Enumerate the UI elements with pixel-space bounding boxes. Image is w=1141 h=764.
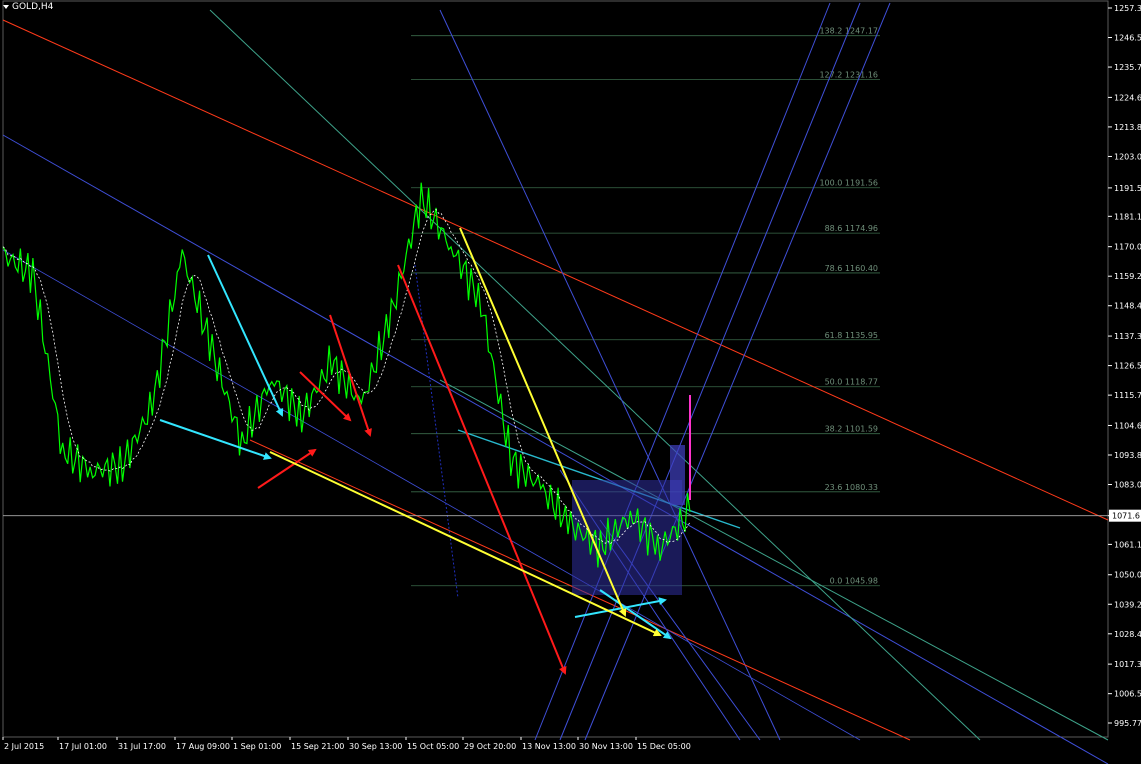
fib-label: 100.0 1191.56 bbox=[819, 179, 878, 188]
y-tick-label: 1104.6 bbox=[1114, 421, 1141, 430]
x-axis: 2 Jul 2015 17 Jul 01:00 31 Jul 17:00 17 Aug… bbox=[2, 737, 691, 751]
red-arrow bbox=[397, 264, 567, 675]
trend-line bbox=[209, 9, 981, 741]
y-tick-label: 1115.7 bbox=[1114, 391, 1141, 400]
y-tick-label: 1235.7 bbox=[1114, 63, 1141, 72]
x-tick-label: 1 Sep 01:00 bbox=[233, 742, 281, 751]
trend-line bbox=[2, 19, 1109, 521]
yellow-arrow bbox=[459, 227, 627, 617]
y-tick-label: 1006.5 bbox=[1114, 690, 1141, 699]
fib-label: 0.0 1045.98 bbox=[830, 577, 878, 586]
y-tick-label: 1017.3 bbox=[1114, 660, 1141, 669]
fib-label: 61.8 1135.95 bbox=[825, 331, 878, 340]
fib-label: 23.6 1080.33 bbox=[825, 483, 878, 492]
y-tick-label: 1050.0 bbox=[1114, 571, 1141, 580]
fib-label: 88.6 1174.96 bbox=[825, 224, 878, 233]
dropdown-triangle-icon[interactable] bbox=[3, 5, 9, 9]
x-tick-label: 30 Sep 13:00 bbox=[349, 742, 402, 751]
y-tick-label: 1257.3 bbox=[1114, 4, 1141, 13]
chart-svg[interactable]: 138.2 1247.17127.2 1231.16100.0 1191.568… bbox=[0, 0, 1141, 764]
y-axis: 1257.3 1246.5 1235.7 1224.6 1213.8 1203.0 1191… bbox=[1108, 4, 1141, 728]
y-tick-label: 1083.0 bbox=[1114, 481, 1141, 490]
fib-label: 50.0 1118.77 bbox=[825, 378, 878, 387]
x-tick-label: 31 Jul 17:00 bbox=[118, 742, 166, 751]
trend-line bbox=[584, 2, 891, 741]
x-tick-label: 29 Oct 20:00 bbox=[464, 742, 516, 751]
fib-label: 38.2 1101.59 bbox=[825, 425, 878, 434]
trend-line bbox=[439, 9, 781, 741]
y-tick-label: 1191.5 bbox=[1114, 184, 1141, 193]
current-price-label: 1071.6 bbox=[1112, 512, 1140, 521]
rectangle-zone bbox=[670, 445, 685, 505]
y-tick-label: 1148.4 bbox=[1114, 302, 1141, 311]
x-tick-label: 17 Aug 09:00 bbox=[176, 742, 230, 751]
trend-line bbox=[559, 2, 861, 741]
y-tick-label: 1246.5 bbox=[1114, 34, 1141, 43]
x-tick-label: 17 Jul 01:00 bbox=[59, 742, 107, 751]
x-tick-label: 13 Nov 13:00 bbox=[522, 742, 576, 751]
y-tick-label: 1093.8 bbox=[1114, 451, 1141, 460]
chart-area[interactable]: 138.2 1247.17 127.2 1231.16 100.0 1191.56 8… bbox=[0, 0, 1141, 764]
cyan-arrow bbox=[207, 254, 284, 417]
symbol-label: GOLD,H4 bbox=[12, 2, 54, 12]
y-tick-label: 1203.0 bbox=[1114, 152, 1141, 161]
plot-frame bbox=[2, 0, 1109, 738]
y-tick-label: 1137.3 bbox=[1114, 332, 1141, 341]
y-tick-label: 1159.2 bbox=[1114, 272, 1141, 281]
symbol-title: GOLD,H4 bbox=[3, 2, 53, 12]
y-tick-label: 1213.8 bbox=[1114, 123, 1141, 132]
fib-label: 78.6 1160.40 bbox=[825, 264, 878, 273]
cyan-arrow bbox=[599, 589, 672, 640]
y-tick-label: 1028.4 bbox=[1114, 630, 1141, 639]
x-tick-label: 15 Oct 05:00 bbox=[407, 742, 459, 751]
y-tick-label: 1039.2 bbox=[1114, 600, 1141, 609]
trend-line bbox=[534, 2, 831, 741]
y-tick-label: 995.77 bbox=[1114, 719, 1141, 728]
trend-line bbox=[2, 249, 861, 741]
x-tick-label: 30 Nov 13:00 bbox=[579, 742, 633, 751]
y-tick-label: 1224.6 bbox=[1114, 93, 1141, 102]
y-tick-label: 1181.1 bbox=[1114, 212, 1141, 221]
fib-label: 127.2 1231.16 bbox=[819, 70, 878, 79]
y-tick-label: 1061.1 bbox=[1114, 540, 1141, 549]
x-tick-label: 15 Sep 21:00 bbox=[291, 742, 344, 751]
y-tick-label: 1126.5 bbox=[1114, 362, 1141, 371]
x-tick-label: 15 Dec 05:00 bbox=[637, 742, 691, 751]
blue-dotted-line bbox=[414, 264, 459, 599]
x-tick-label: 2 Jul 2015 bbox=[4, 742, 44, 751]
y-tick-label: 1170.0 bbox=[1114, 243, 1141, 252]
